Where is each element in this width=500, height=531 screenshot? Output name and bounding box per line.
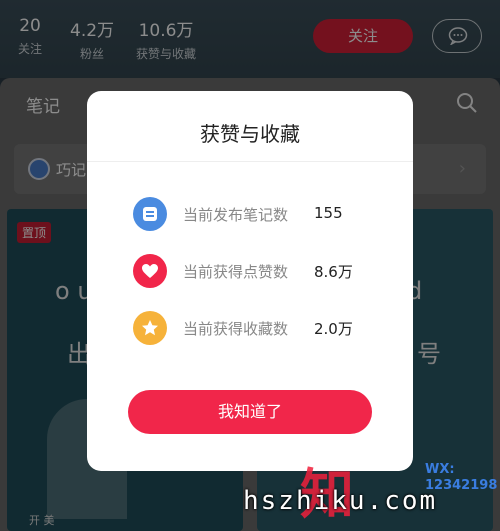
note-icon xyxy=(133,197,167,231)
got-it-button[interactable]: 我知道了 xyxy=(128,390,372,434)
wx-label: WX: xyxy=(425,462,455,477)
notes-count-value: 155 xyxy=(314,204,343,222)
site-watermark: hszhiku.com xyxy=(243,486,438,516)
likes-collections-modal: 获赞与收藏 当前发布笔记数 155 当前获得点赞数 8.6万 当前获得收藏数 2… xyxy=(87,91,413,471)
heart-icon xyxy=(133,254,167,288)
notes-count-row: 当前发布笔记数 155 xyxy=(133,197,393,231)
collections-count-value: 2.0万 xyxy=(314,320,353,338)
star-icon xyxy=(133,311,167,345)
likes-count-label: 当前获得点赞数 xyxy=(183,263,289,281)
likes-count-row: 当前获得点赞数 8.6万 xyxy=(133,254,393,288)
modal-title: 获赞与收藏 xyxy=(200,122,300,146)
collections-count-label: 当前获得收藏数 xyxy=(183,320,289,338)
notes-count-label: 当前发布笔记数 xyxy=(183,206,289,224)
collections-count-row: 当前获得收藏数 2.0万 xyxy=(133,311,393,345)
likes-count-value: 8.6万 xyxy=(314,263,353,281)
modal-divider xyxy=(87,161,413,162)
